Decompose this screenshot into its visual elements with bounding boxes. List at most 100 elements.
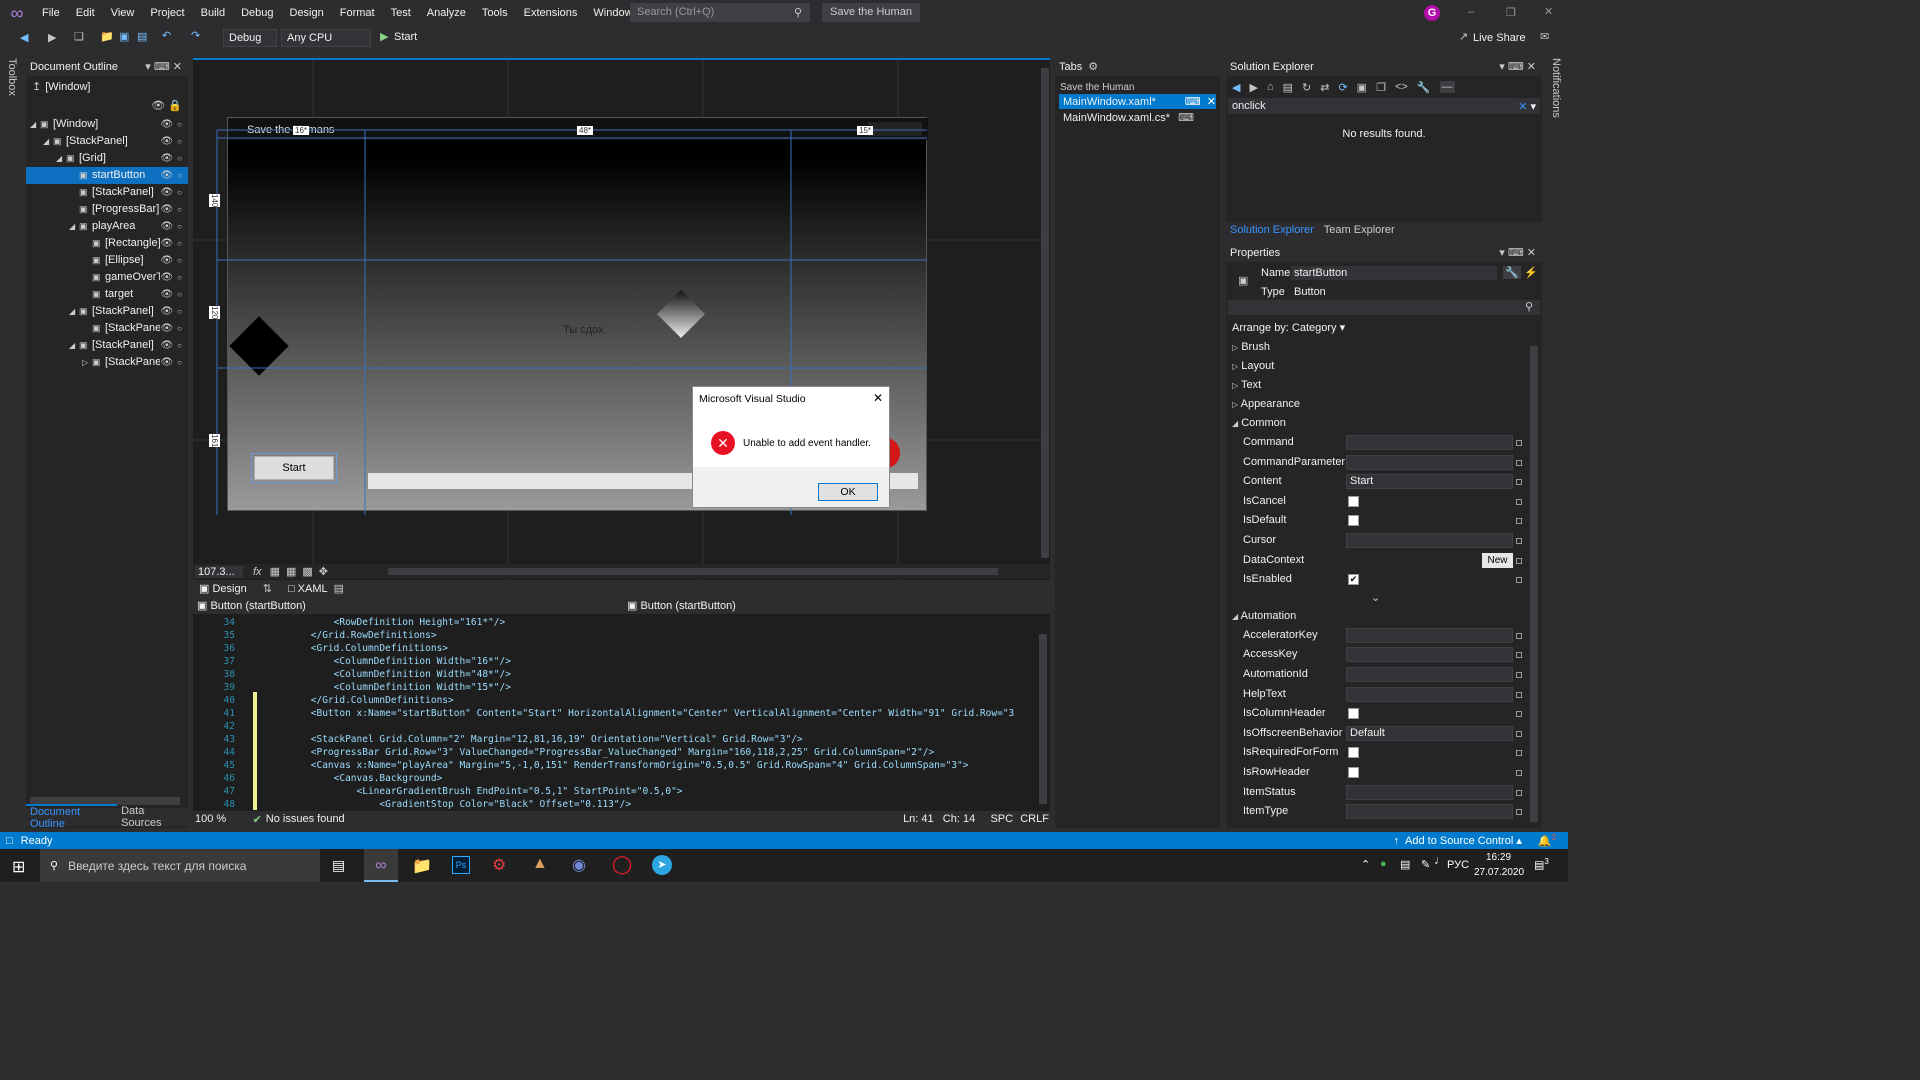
clock-time[interactable]: 16:29 <box>1486 852 1511 863</box>
vs-logo-icon[interactable]: ∞ <box>0 0 34 26</box>
code-line[interactable]: 34 <RowDefinition Height="161*"/> <box>193 616 1014 629</box>
advanced-options-icon[interactable] <box>1516 750 1522 757</box>
outline-item[interactable]: ▣ startButton 👁 ○ <box>26 167 188 184</box>
undo-icon[interactable]: ↶ <box>162 29 171 42</box>
close-icon[interactable]: ✕ <box>1544 5 1553 18</box>
tab-data-sources[interactable]: Data Sources <box>117 805 188 829</box>
arrange-by[interactable]: Arrange by: Category ▾ <box>1232 321 1345 334</box>
app-icon-game[interactable]: ▲ <box>532 855 548 873</box>
outline-item[interactable]: ◢ ▣ [StackPanel] 👁 ○ <box>26 303 188 320</box>
expand-arrow-icon[interactable]: ◢ <box>43 133 53 150</box>
home-icon[interactable]: ⌂ <box>1267 81 1274 93</box>
property-field[interactable] <box>1346 647 1513 663</box>
property-category[interactable]: ▷ Layout <box>1232 357 1274 377</box>
file-explorer-icon[interactable]: 📁 <box>412 856 432 876</box>
advanced-options-icon[interactable] <box>1516 652 1522 659</box>
pen-icon[interactable]: ✎ <box>1421 858 1430 871</box>
menu-item[interactable]: Project <box>142 0 192 26</box>
tab-team-explorer[interactable]: Team Explorer <box>1318 224 1401 236</box>
telegram-icon[interactable]: ➤ <box>652 855 672 875</box>
lock-dot-icon[interactable]: ○ <box>177 354 182 371</box>
search-options-icon[interactable]: ▾ <box>1530 101 1536 113</box>
collapse-icon[interactable]: ▣ <box>1357 81 1367 94</box>
lock-dot-icon[interactable]: ○ <box>177 184 182 201</box>
outline-item[interactable]: ▣ [StackPanel] 👁○ <box>26 184 188 201</box>
lock-dot-icon[interactable]: ○ <box>177 133 182 150</box>
lock-dot-icon[interactable]: ○ <box>177 252 182 269</box>
designer-surface[interactable]: Save the Humans Ты сдох Start 16* 48* 15* … <box>193 58 1050 582</box>
search-input[interactable]: Search (Ctrl+Q) <box>630 3 810 22</box>
clock-date[interactable]: 27.07.2020 <box>1474 867 1524 878</box>
editor-vscroll[interactable] <box>1039 634 1047 804</box>
code-line[interactable]: 37 <ColumnDefinition Width="16*"/> <box>193 655 1014 668</box>
pin-icon[interactable]: ⌨ <box>1508 247 1524 259</box>
windows-start-icon[interactable]: ⊞ <box>12 857 25 877</box>
lock-dot-icon[interactable]: ○ <box>177 286 182 303</box>
editor-zoom[interactable]: 100 % <box>193 813 253 825</box>
notifications-tab[interactable]: Notifications <box>1546 58 1568 128</box>
eye-icon[interactable]: 👁 <box>160 303 173 320</box>
property-checkbox[interactable] <box>1348 708 1359 720</box>
xaml-editor[interactable]: 34 <RowDefinition Height="161*"/> 35 </Gr… <box>193 614 1050 811</box>
lock-dot-icon[interactable]: ○ <box>177 201 182 218</box>
task-view-icon[interactable]: ▤ <box>332 857 345 874</box>
property-field[interactable] <box>1346 667 1513 682</box>
volume-icon[interactable]: ♩ <box>1434 853 1446 867</box>
lock-dot-icon[interactable]: ○ <box>177 150 182 167</box>
outline-item[interactable]: ◢ ▣ [Grid] 👁 ○ <box>26 150 188 167</box>
lock-dot-icon[interactable]: ○ <box>177 167 182 184</box>
menu-item[interactable]: Debug <box>233 0 281 26</box>
menu-item[interactable]: View <box>103 0 143 26</box>
dropdown-icon[interactable]: ▾ <box>1499 61 1505 73</box>
expand-arrow-icon[interactable]: ◢ <box>69 303 79 320</box>
menu-item[interactable]: File <box>34 0 68 26</box>
property-field[interactable] <box>1346 627 1513 643</box>
notification-bell-icon[interactable]: 🔔3 <box>1538 833 1556 848</box>
code-line[interactable]: 44 <ProgressBar Grid.Row="3" ValueChange… <box>193 746 1014 759</box>
line-ending[interactable]: CRLF <box>1020 813 1050 825</box>
redo-icon[interactable]: ↷ <box>191 29 200 42</box>
tray-chevron-icon[interactable]: ⌃ <box>1361 858 1370 871</box>
refresh-icon[interactable]: ⟳ <box>1338 81 1347 94</box>
advanced-options-icon[interactable] <box>1516 672 1522 678</box>
properties-icon[interactable]: 🔧 <box>1417 81 1431 94</box>
add-source-control[interactable]: Add to Source Control ▴ <box>1405 834 1522 847</box>
pending-changes-icon[interactable]: ↻ <box>1302 81 1311 94</box>
property-checkbox[interactable]: ✔ <box>1348 574 1359 586</box>
column-size-label[interactable]: 15* <box>857 126 874 135</box>
save-icon[interactable]: ▣ <box>119 30 129 43</box>
eye-icon[interactable]: 👁 <box>160 320 173 337</box>
forward-icon[interactable]: ▶ <box>1249 81 1257 94</box>
taskbar-search[interactable]: ⚲ Введите здесь текст для поиска <box>40 849 320 882</box>
outline-item[interactable]: ◢ ▣ playArea 👁 ○ <box>26 218 188 235</box>
designer-vscroll[interactable] <box>1041 68 1049 558</box>
menu-item[interactable]: Format <box>332 0 383 26</box>
property-field[interactable] <box>1346 454 1513 470</box>
properties-search-icon[interactable]: ⚲ <box>1525 300 1533 313</box>
action-center-icon[interactable]: ▤3 <box>1534 857 1549 872</box>
menu-item[interactable]: Design <box>282 0 332 26</box>
advanced-options-icon[interactable] <box>1516 557 1522 564</box>
photoshop-icon[interactable]: Ps <box>452 856 470 874</box>
expand-arrow-icon[interactable]: ▷ <box>82 354 92 371</box>
lock-dot-icon[interactable]: ○ <box>177 320 182 337</box>
open-icon[interactable]: 📁 <box>100 30 114 43</box>
lock-dot-icon[interactable]: ○ <box>177 303 182 320</box>
outline-item[interactable]: ◢ ▣ [Window] 👁 ○ <box>26 116 188 133</box>
dialog-close-icon[interactable]: ✕ <box>873 391 883 405</box>
tray-app-icon[interactable]: ● <box>1380 858 1387 870</box>
view-code-icon[interactable]: <> <box>1395 81 1408 93</box>
pin-icon[interactable]: ⌨ <box>1178 111 1216 124</box>
snap-grid-icon[interactable]: ▦ <box>286 565 296 578</box>
code-line[interactable]: 38 <ColumnDefinition Width="48*"/> <box>193 668 1014 681</box>
tab-xaml[interactable]: □ XAML <box>282 583 334 595</box>
property-select[interactable]: Default <box>1346 725 1513 741</box>
code-line[interactable]: 42 <box>193 720 1014 733</box>
property-field[interactable]: Start <box>1346 474 1513 490</box>
eye-icon[interactable]: 👁 <box>160 184 173 201</box>
show-more-chevron-icon[interactable]: ⌄ <box>1371 591 1380 604</box>
property-field[interactable] <box>1346 435 1513 450</box>
swap-panes-icon[interactable]: ⇅ <box>253 582 282 595</box>
popout-xaml-icon[interactable]: ▤ <box>334 582 344 595</box>
property-category[interactable]: ▷ Brush <box>1232 338 1270 358</box>
